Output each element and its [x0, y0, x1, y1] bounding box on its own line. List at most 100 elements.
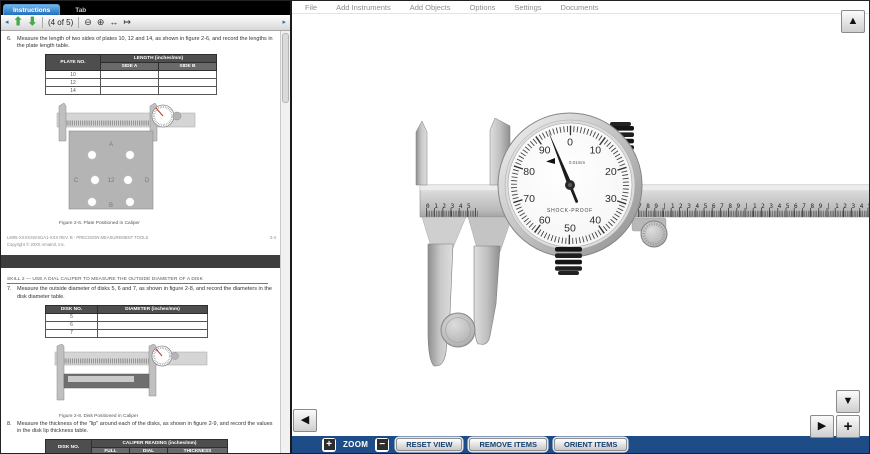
menu-file[interactable]: File [305, 3, 317, 12]
plate-label-left: C [74, 178, 79, 184]
column-header: DIAMETER (inches/mm) [98, 305, 208, 313]
zoom-label: ZOOM [343, 440, 368, 449]
page-indicator: (4 of 5) [48, 18, 73, 27]
svg-text:60: 60 [539, 214, 551, 226]
view-toolbar: + ZOOM − RESET VIEW REMOVE ITEMS ORIENT … [292, 436, 869, 453]
figure-plate-in-caliper: A C 12 D B [51, 101, 276, 218]
document-toolbar: ◂ ⬆ ⬇ (4 of 5) ⊖ ⊕ ↔ ↦ ▸ [1, 15, 290, 31]
step-text: Measure the length of two sides of plate… [17, 36, 276, 50]
beam-highlight [420, 185, 869, 190]
tab-generic[interactable]: Tab [66, 5, 95, 15]
svg-text:10: 10 [589, 145, 601, 157]
zoom-plus-button[interactable]: + [324, 439, 335, 450]
tab-bar: Instructions Tab [1, 1, 290, 15]
pan-left-button[interactable]: ◀ [293, 409, 317, 432]
svg-text:30: 30 [605, 193, 617, 205]
fit-page-icon[interactable]: ↦ [123, 18, 131, 27]
column-header: PLATE NO. [46, 55, 101, 71]
fixed-jaw [428, 244, 453, 366]
menu-add-instruments[interactable]: Add Instruments [336, 3, 391, 12]
svg-text:80: 80 [523, 166, 535, 178]
zoom-in-icon[interactable]: ⊕ [97, 18, 105, 27]
scroll-left-icon[interactable]: ◂ [5, 19, 9, 26]
column-header: DISK NO. [46, 439, 92, 453]
step-number: 6. [7, 36, 14, 50]
reset-view-button[interactable]: RESET VIEW [396, 438, 462, 452]
plate-label-center: 12 [108, 178, 115, 184]
svg-text:50: 50 [564, 223, 576, 235]
scroll-right-icon[interactable]: ▸ [282, 19, 286, 26]
dial-indicator[interactable]: 0 10 20 30 40 50 60 70 80 90 0.01mm SHOC… [498, 113, 642, 257]
previous-page-button[interactable]: ⬆ [14, 17, 23, 28]
menu-settings[interactable]: Settings [514, 3, 541, 12]
section-header: SKILL 2 — USE A DIAL CALIPER TO MEASURE … [7, 277, 268, 285]
plate-length-table: PLATE NO. LENGTH (inches/mm) SIDE A SIDE… [45, 54, 217, 95]
column-header: CALIPER READING (inches/mm) [92, 439, 228, 447]
step-text: Measure the outside diameter of disks 5,… [17, 286, 276, 300]
simulation-panel: File Add Instruments Add Objects Options… [292, 1, 869, 453]
step-text: Measure the thickness of the "lip" aroun… [17, 421, 276, 435]
footer-page-number: 2-4 [270, 235, 276, 248]
pan-right-button[interactable]: ▶ [810, 415, 834, 438]
mini-left-jaw [59, 103, 66, 141]
table-row: 14 [46, 87, 217, 95]
footer-line2: Copyright © 20XX Amatrol, Inc. [7, 242, 148, 248]
next-page-button[interactable]: ⬇ [28, 17, 37, 28]
tab-instructions[interactable]: Instructions [3, 4, 60, 15]
document-page: 6. Measure the length of two sides of pl… [1, 31, 280, 453]
toolbar-divider [42, 17, 43, 28]
document-scrollbar[interactable] [280, 31, 290, 453]
column-subheader: THICKNESS [168, 447, 228, 453]
column-header: DISK NO. [46, 305, 98, 313]
app-window: Instructions Tab ◂ ⬆ ⬇ (4 of 5) ⊖ ⊕ ↔ ↦ … [0, 0, 870, 454]
pan-down-button[interactable]: ▼ [836, 390, 860, 413]
svg-text:70: 70 [523, 193, 535, 205]
instruction-step-8: 8. Measure the thickness of the "lip" ar… [7, 421, 276, 435]
column-subheader: SIDE A [101, 63, 159, 71]
orient-items-button[interactable]: ORIENT ITEMS [554, 438, 627, 452]
dial-unit-label: 0.01mm [569, 160, 586, 165]
svg-text:40: 40 [589, 214, 601, 226]
zoom-in-corner-button[interactable]: + [836, 415, 860, 438]
scrollbar-thumb[interactable] [282, 33, 289, 103]
fit-width-icon[interactable]: ↔ [109, 18, 118, 27]
mini-thumb-roller [173, 112, 181, 120]
plate-label-bottom: B [109, 203, 113, 209]
toolbar-divider [78, 17, 79, 28]
zoom-plus-pill: + [322, 438, 336, 452]
lock-screw-bottom[interactable] [555, 247, 582, 275]
pan-up-button[interactable]: ▲ [841, 10, 865, 33]
table-row: 12 [46, 79, 217, 87]
menu-add-objects[interactable]: Add Objects [410, 3, 451, 12]
column-subheader: FULL [92, 447, 130, 453]
measured-disk[interactable] [441, 313, 475, 347]
dial-brand-label: SHOCK-PROOF [547, 208, 593, 214]
table-row: 6 [46, 321, 208, 329]
svg-text:0: 0 [567, 137, 573, 149]
instructions-panel: Instructions Tab ◂ ⬆ ⬇ (4 of 5) ⊖ ⊕ ↔ ↦ … [1, 1, 292, 453]
remove-items-button[interactable]: REMOVE ITEMS [469, 438, 547, 452]
zoom-minus-button[interactable]: − [377, 439, 388, 450]
dial-caliper[interactable]: 012345 789|123456789|123456789|12345 [292, 14, 869, 436]
document-view: 6. Measure the length of two sides of pl… [1, 31, 290, 453]
mini-thumb-roller [172, 352, 179, 359]
svg-text:20: 20 [605, 166, 617, 178]
lip-thickness-table: DISK NO. CALIPER READING (inches/mm) FUL… [45, 439, 228, 453]
disk-highlight [68, 376, 134, 382]
column-header: LENGTH (inches/mm) [101, 55, 217, 63]
disk-diameter-table: DISK NO. DIAMETER (inches/mm) 5 6 7 [45, 305, 208, 338]
plate-label-top: A [109, 142, 113, 148]
menu-options[interactable]: Options [470, 3, 496, 12]
menu-bar: File Add Instruments Add Objects Options… [292, 1, 869, 14]
mini-caliper-beam [55, 352, 207, 365]
movable-jaw[interactable] [474, 246, 500, 344]
needle-hub-center [568, 183, 572, 187]
instruction-step-6: 6. Measure the length of two sides of pl… [7, 36, 276, 50]
svg-text:90: 90 [539, 145, 551, 157]
3d-viewport[interactable]: 012345 789|123456789|123456789|12345 [292, 14, 869, 436]
table-row: 10 [46, 71, 217, 79]
menu-documents[interactable]: Documents [561, 3, 599, 12]
table-row: 7 [46, 329, 208, 337]
zoom-out-icon[interactable]: ⊖ [84, 18, 92, 27]
step-number: 8. [7, 421, 14, 435]
